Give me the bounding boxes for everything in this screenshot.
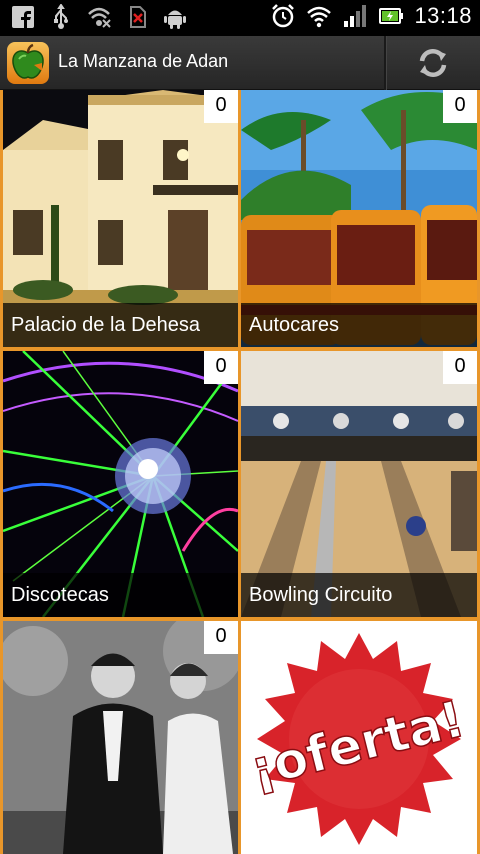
tile-label: Discotecas [3,573,238,617]
tile-wedding[interactable]: 0 [3,621,238,854]
status-bar: 13:18 [0,0,480,36]
tile-count-badge: 0 [204,621,238,654]
tile-label: Palacio de la Dehesa [3,303,238,347]
offer-banner: ¡oferta! [244,689,471,799]
battery-icon [379,8,404,24]
tile-label: Autocares [241,303,477,347]
signal-icon [344,5,367,27]
app-logo-icon[interactable] [6,41,50,85]
wifi-icon [307,6,332,28]
usb-icon [54,4,68,29]
action-bar: La Manzana de Adan [0,36,480,90]
alarm-icon [272,4,295,28]
status-clock: 13:18 [414,3,472,28]
tile-autocares[interactable]: 0 Autocares [241,90,477,347]
wedding-image [3,621,238,854]
tile-label: Bowling Circuito [241,573,477,617]
tile-palacio-de-la-dehesa[interactable]: 0 Palacio de la Dehesa [3,90,238,347]
android-icon [164,10,186,29]
no-sim-icon [130,6,146,28]
tile-oferta[interactable]: ¡oferta! [241,621,477,854]
offer-banner-text: ¡oferta! [245,690,470,799]
tile-count-badge: 0 [443,351,477,384]
facebook-icon [12,6,34,28]
refresh-button[interactable] [386,36,480,90]
tile-count-badge: 0 [204,351,238,384]
tile-bowling-circuito[interactable]: 0 Bowling Circuito [241,351,477,617]
app-title: La Manzana de Adan [58,51,229,71]
refresh-icon [419,48,447,78]
tile-count-badge: 0 [204,90,238,123]
tile-count-badge: 0 [443,90,477,123]
tile-discotecas[interactable]: 0 Discotecas [3,351,238,617]
no-signal-icon [88,7,111,28]
category-grid: 0 Palacio de la Dehesa 0 Autocares 0 Dis… [0,90,480,854]
